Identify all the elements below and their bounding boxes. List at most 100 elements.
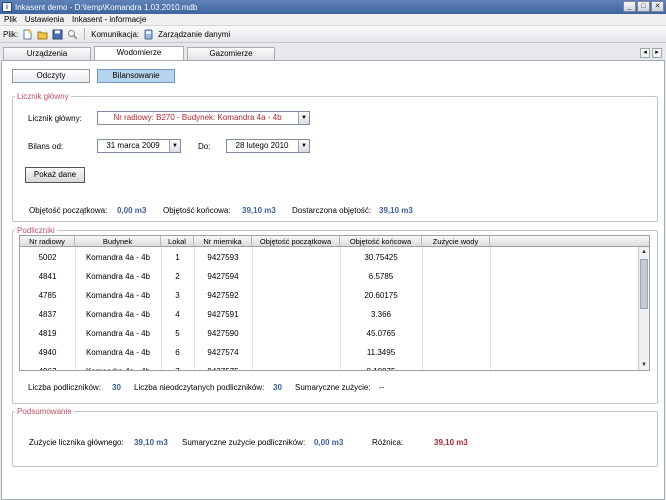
main-meter-select[interactable]: Nr radiowy: B270 - Budynek: Komandra 4a … <box>97 111 310 125</box>
cell-radio-nr: 4940 <box>38 348 57 357</box>
cell-unit: 2 <box>175 272 180 281</box>
scroll-up-icon[interactable]: ▲ <box>639 247 649 257</box>
cell-meter-nr: 9427590 <box>207 329 239 338</box>
column-header[interactable]: Zużycie wody <box>422 236 490 247</box>
cell-building: Komandra 4a - 4b <box>85 329 151 338</box>
table-row[interactable]: 4837 Komandra 4a - 4b 4 9427591 3.366 <box>20 305 637 324</box>
content-panel: Odczyty Bilansowanie Licznik główny Licz… <box>1 60 665 500</box>
menu-ustawienia[interactable]: Ustawienia <box>25 15 64 24</box>
cell-usage <box>422 286 490 305</box>
balance-from-label: Bilans od: <box>28 142 64 151</box>
window-title: Inkasent demo - D:\temp\Komandra 1.03.20… <box>15 2 198 12</box>
new-file-icon[interactable] <box>22 29 33 40</box>
table-row[interactable]: 5002 Komandra 4a - 4b 1 9427593 30.75425 <box>20 248 637 267</box>
cell-unit: 4 <box>175 310 180 319</box>
sub-usage-value: 0,00 m3 <box>314 438 344 447</box>
search-icon[interactable] <box>67 29 78 40</box>
column-header[interactable]: Lokal <box>161 236 194 247</box>
cell-radio-nr: 5002 <box>38 253 57 262</box>
cell-building: Komandra 4a - 4b <box>85 291 151 300</box>
menu-bar: Plik Ustawienia Inkasent - informacje <box>0 14 666 26</box>
table-row[interactable]: 4967 Komandra 4a - 4b 7 9427575 8.10975 <box>20 362 637 370</box>
scroll-down-icon[interactable]: ▼ <box>639 360 649 370</box>
open-folder-icon[interactable] <box>37 29 48 40</box>
tab-scroll-left-icon[interactable]: ◂ <box>640 48 650 58</box>
cell-end-volume: 3.366 <box>370 310 392 319</box>
minimize-button[interactable]: _ <box>623 1 636 12</box>
tab-bilansowanie[interactable]: Bilansowanie <box>97 69 175 83</box>
cell-usage <box>422 362 490 370</box>
show-data-button[interactable]: Pokaż dane <box>25 167 85 183</box>
column-header[interactable]: Nr radiowy <box>20 236 75 247</box>
chevron-down-icon[interactable]: ▼ <box>169 140 180 152</box>
toolbar-separator <box>84 28 86 40</box>
cell-unit: 7 <box>161 362 194 370</box>
tab-odczyty[interactable]: Odczyty <box>12 69 90 83</box>
sub-usage-label: Sumaryczne zużycie podliczników: <box>182 438 306 447</box>
main-tabs: Urządzenia Wodomierze Gazomierze ◂ ▸ <box>0 44 666 61</box>
delivered-label: Dostarczona objętość: <box>292 206 372 215</box>
tab-gazomierze[interactable]: Gazomierze <box>187 47 275 60</box>
date-to-picker[interactable]: 28 lutego 2010 ▼ <box>226 139 310 153</box>
cell-radio-nr: 4837 <box>38 310 57 319</box>
cell-usage <box>422 324 490 343</box>
cell-end-volume: 30.75425 <box>364 253 398 262</box>
cell-building: Komandra 4a - 4b <box>85 253 151 262</box>
cell-building: Komandra 4a - 4b <box>75 362 161 370</box>
date-from-picker[interactable]: 31 marca 2009 ▼ <box>97 139 181 153</box>
tab-scroll-right-icon[interactable]: ▸ <box>652 48 662 58</box>
sub-count-label: Liczba podliczników: <box>28 383 101 392</box>
table-header: Nr radiowy Budynek Lokal Nr miernika Obj… <box>20 236 649 247</box>
column-header[interactable]: Objętość początkowa <box>252 236 340 247</box>
maximize-button[interactable]: □ <box>637 1 650 12</box>
table-row[interactable]: 4819 Komandra 4a - 4b 5 9427590 45.0765 <box>20 324 637 343</box>
communication-label: Komunikacja: <box>91 29 140 39</box>
save-icon[interactable] <box>52 29 63 40</box>
cell-end-volume: 20.60175 <box>364 291 398 300</box>
scroll-thumb[interactable] <box>640 259 648 309</box>
chevron-down-icon[interactable]: ▼ <box>298 140 309 152</box>
tab-wodomierze[interactable]: Wodomierze <box>94 46 184 61</box>
sub-count-value: 30 <box>112 383 121 392</box>
sub-meters-legend: Podliczniki <box>17 226 55 235</box>
chevron-down-icon[interactable]: ▼ <box>298 112 309 124</box>
menu-inkasent-informacje[interactable]: Inkasent - informacje <box>72 15 146 24</box>
unread-count-value: 30 <box>273 383 282 392</box>
close-button[interactable]: ✕ <box>651 1 664 12</box>
to-label: Do: <box>198 142 211 151</box>
table-row[interactable]: 4841 Komandra 4a - 4b 2 9427594 6.5785 <box>20 267 637 286</box>
delivered-value: 39,10 m3 <box>379 206 413 215</box>
title-bar: i Inkasent demo - D:\temp\Komandra 1.03.… <box>0 0 666 14</box>
table-row[interactable]: 4940 Komandra 4a - 4b 6 9427574 11.3495 <box>20 343 637 362</box>
unread-count-label: Liczba nieodczytanych podliczników: <box>134 383 265 392</box>
table-row[interactable]: 4785 Komandra 4a - 4b 3 9427592 20.60175 <box>20 286 637 305</box>
cell-meter-nr: 9427575 <box>194 362 252 370</box>
cell-meter-nr: 9427592 <box>207 291 239 300</box>
cell-unit: 6 <box>175 348 180 357</box>
cell-end-volume: 8.10975 <box>340 362 422 370</box>
start-volume-value: 0,00 m3 <box>117 206 147 215</box>
main-usage-value: 39,10 m3 <box>134 438 168 447</box>
total-usage-label: Sumaryczne zużycie: <box>295 383 371 392</box>
summary-group: Podsumowanie <box>12 407 658 467</box>
data-management-icon[interactable] <box>143 29 154 40</box>
cell-usage <box>422 248 490 267</box>
column-header[interactable]: Budynek <box>75 236 161 247</box>
difference-label: Różnica: <box>372 438 404 447</box>
table-scrollbar[interactable]: ▲ ▼ <box>638 247 649 370</box>
end-volume-label: Objętość końcowa: <box>163 206 231 215</box>
main-meter-legend: Licznik główny <box>17 92 69 101</box>
cell-unit: 5 <box>175 329 180 338</box>
cell-meter-nr: 9427593 <box>207 253 239 262</box>
data-management-button[interactable]: Zarządzanie danymi <box>158 30 230 39</box>
menu-plik[interactable]: Plik <box>4 15 17 24</box>
cell-radio-nr: 4785 <box>38 291 57 300</box>
cell-usage <box>422 267 490 286</box>
date-from-value: 31 marca 2009 <box>106 141 160 150</box>
cell-end-volume: 6.5785 <box>368 272 394 281</box>
tab-urzadzenia[interactable]: Urządzenia <box>3 47 91 60</box>
cell-end-volume: 45.0765 <box>366 329 396 338</box>
cell-start-volume <box>252 305 340 324</box>
column-header[interactable]: Nr miernika <box>194 236 252 247</box>
column-header[interactable]: Objętość końcowa <box>340 236 422 247</box>
